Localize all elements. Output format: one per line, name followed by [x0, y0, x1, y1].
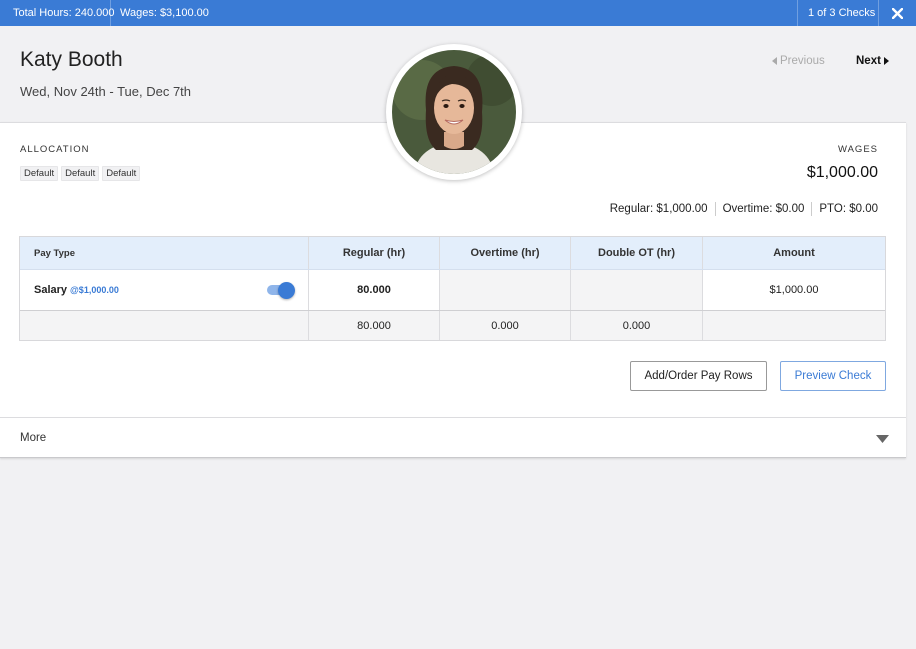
amount-cell: $1,000.00: [769, 284, 819, 296]
breakdown-divider: [811, 202, 813, 216]
topbar-divider: [110, 0, 111, 26]
table-totals-row: 80.000 0.000 0.000: [20, 311, 885, 340]
column-header-overtime: Overtime (hr): [440, 237, 571, 269]
top-status-bar: Total Hours: 240.000 Wages: $3,100.00 1 …: [0, 0, 916, 26]
close-icon: [891, 7, 903, 19]
close-button[interactable]: [878, 0, 916, 26]
check-count-text: 1 of 3 Checks: [808, 7, 876, 19]
more-label: More: [20, 432, 47, 444]
column-header-pay-type: Pay Type: [20, 237, 309, 269]
caret-right-icon: [883, 57, 889, 65]
regular-hours-input[interactable]: 80.000: [309, 270, 440, 310]
pay-period: Wed, Nov 24th - Tue, Dec 7th: [20, 84, 192, 99]
overtime-hours-input[interactable]: [440, 270, 571, 310]
pay-table: Pay Type Regular (hr) Overtime (hr) Doub…: [19, 236, 886, 341]
profile-photo: [392, 50, 516, 174]
allocation-tag: Default: [102, 166, 141, 181]
wages-breakdown: Regular: $1,000.00 Overtime: $0.00 PTO: …: [610, 202, 878, 216]
regular-wages: Regular: $1,000.00: [609, 203, 708, 215]
total-amount-cell: [703, 311, 885, 340]
pay-row-toggle[interactable]: [267, 282, 295, 299]
totals-label-cell: [20, 311, 309, 340]
caret-left-icon: [772, 57, 777, 65]
pto-wages: PTO: $0.00: [819, 203, 878, 215]
total-wages-text: Wages: $3,100.00: [120, 7, 209, 19]
avatar: [392, 50, 516, 174]
allocation-tag: Default: [20, 166, 59, 181]
total-double-ot-hours: 0.000: [571, 311, 703, 340]
overtime-wages: Overtime: $0.00: [722, 203, 805, 215]
employee-avatar: [386, 44, 522, 180]
previous-label: Previous: [780, 55, 825, 67]
allocation-label: ALLOCATION: [20, 144, 90, 155]
wages-total: $1,000.00: [806, 164, 878, 181]
column-header-double-ot: Double OT (hr): [571, 237, 703, 269]
toggle-knob: [278, 282, 295, 299]
allocation-tags: Default Default Default: [20, 166, 141, 181]
preview-check-button[interactable]: Preview Check: [780, 361, 886, 391]
pay-rate-link[interactable]: @$1,000.00: [70, 285, 119, 295]
employee-name: Katy Booth: [20, 48, 123, 71]
total-hours-text: Total Hours: 240.000: [13, 7, 115, 19]
table-header-row: Pay Type Regular (hr) Overtime (hr) Doub…: [20, 237, 885, 270]
caret-down-icon: [876, 435, 889, 443]
total-overtime-hours: 0.000: [440, 311, 571, 340]
pay-type-cell: Salary @$1,000.00: [20, 270, 309, 310]
next-label: Next: [856, 55, 881, 67]
column-header-regular: Regular (hr): [309, 237, 440, 269]
add-order-pay-rows-button[interactable]: Add/Order Pay Rows: [630, 361, 767, 391]
table-row: Salary @$1,000.00 80.000 $1,000.00: [20, 270, 885, 311]
topbar-divider: [797, 0, 798, 26]
column-header-amount: Amount: [773, 247, 815, 259]
next-button[interactable]: Next: [856, 55, 889, 67]
breakdown-divider: [714, 202, 716, 216]
total-regular-hours: 80.000: [309, 311, 440, 340]
double-ot-hours-input[interactable]: [571, 270, 703, 310]
previous-button[interactable]: Previous: [772, 55, 825, 67]
wages-label: WAGES: [837, 144, 878, 155]
allocation-tag: Default: [61, 166, 100, 181]
more-section-toggle[interactable]: More: [0, 417, 906, 458]
pay-type-name: Salary: [34, 284, 68, 296]
